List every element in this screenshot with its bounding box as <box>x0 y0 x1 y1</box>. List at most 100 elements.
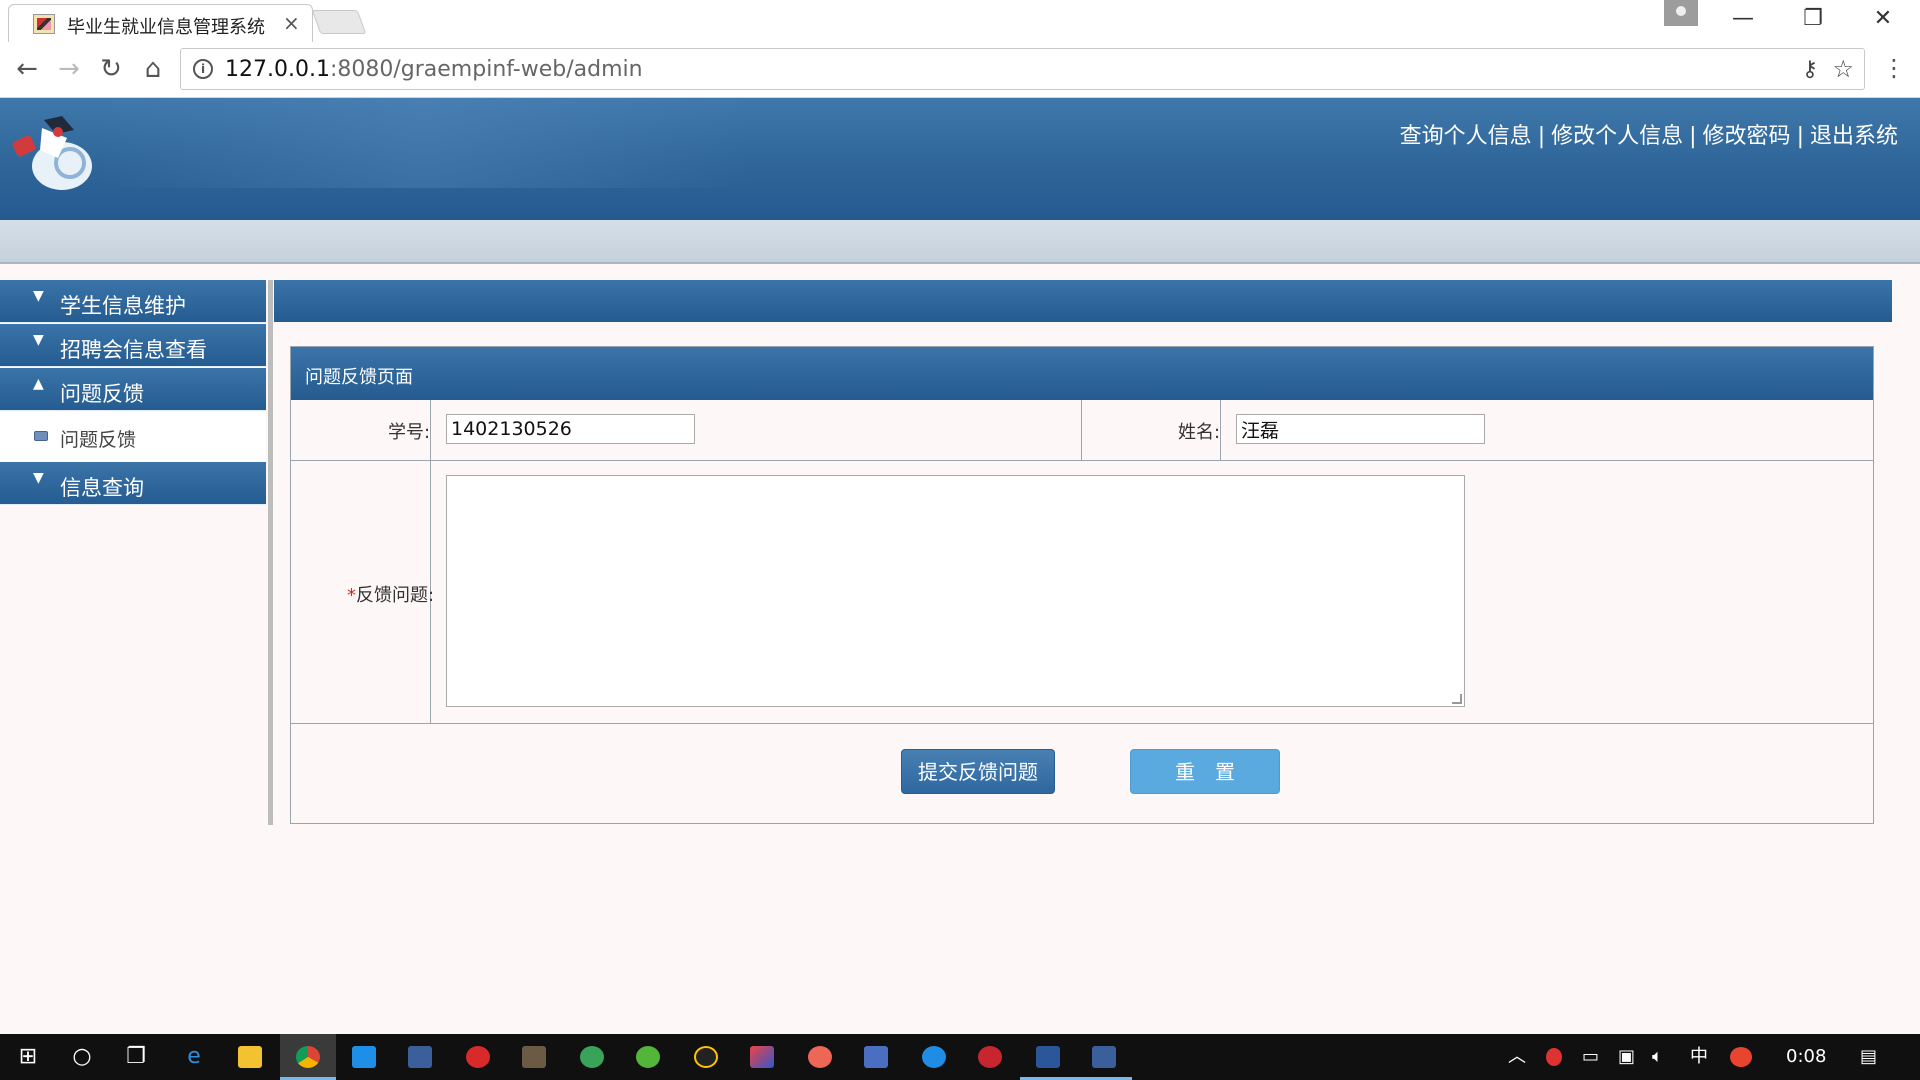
required-mark: * <box>347 585 356 606</box>
column-divider <box>1220 400 1221 460</box>
link-query-info[interactable]: 查询个人信息 <box>1400 124 1532 149</box>
name-input[interactable] <box>1236 414 1485 444</box>
new-tab-button[interactable] <box>311 10 367 34</box>
column-divider <box>1081 400 1082 460</box>
header-banner: 查询个人信息 | 修改个人信息 | 修改密码 | 退出系统 <box>0 98 1920 220</box>
link-separator: | <box>1537 124 1546 149</box>
url-host: 127.0.0.1 <box>225 57 330 82</box>
collapse-arrow-icon: ▲ <box>33 376 44 392</box>
netease-music-icon[interactable] <box>450 1034 506 1080</box>
banner-decoration <box>100 98 750 188</box>
reset-button[interactable]: 重 置 <box>1130 749 1280 794</box>
expand-arrow-icon: ▼ <box>33 332 44 348</box>
app-logo-icon <box>12 116 92 190</box>
form-title: 问题反馈页面 <box>305 367 413 388</box>
page-content: 查询个人信息 | 修改个人信息 | 修改密码 | 退出系统 ▼ 学生信息维护 ▼ 招聘会信息… <box>0 98 1920 1034</box>
sidebar-splitter[interactable] <box>268 280 273 825</box>
expand-arrow-icon: ▼ <box>33 288 44 304</box>
browser-toolbar: ← → ↻ ⌂ i 127.0.0.1:8080/graempinf-web/a… <box>0 42 1920 98</box>
sogou-ime-icon[interactable] <box>1730 1034 1752 1080</box>
submit-feedback-button[interactable]: 提交反馈问题 <box>901 749 1055 794</box>
feedback-label: *反馈问题: <box>347 581 434 607</box>
sidebar-section-info-query[interactable]: ▼ 信息查询 <box>0 462 266 505</box>
site-info-icon[interactable]: i <box>193 59 213 79</box>
sub-header-bar <box>0 220 1920 264</box>
link-edit-info[interactable]: 修改个人信息 <box>1551 124 1683 149</box>
file-explorer-icon[interactable] <box>222 1034 278 1080</box>
header-links: 查询个人信息 | 修改个人信息 | 修改密码 | 退出系统 <box>1400 118 1898 150</box>
home-icon[interactable]: ⌂ <box>136 54 170 84</box>
link-change-password[interactable]: 修改密码 <box>1703 124 1791 149</box>
network-app-icon[interactable] <box>848 1034 904 1080</box>
battery-icon[interactable]: ▭ <box>1582 1034 1599 1080</box>
browser-menu-icon[interactable]: ⋮ <box>1882 54 1906 82</box>
restore-icon[interactable]: ❐ <box>1793 6 1833 31</box>
tab-close-icon[interactable]: × <box>283 11 300 35</box>
ime-indicator[interactable]: 中 <box>1690 1034 1708 1080</box>
user-profile-icon[interactable] <box>1664 0 1698 26</box>
volume-icon[interactable]: 🔈︎ <box>1652 1034 1663 1080</box>
browser-titlebar: 毕业生就业信息管理系统 × — ❐ ✕ <box>0 0 1920 42</box>
notification-icon[interactable]: ▤ <box>1860 1034 1877 1080</box>
teamviewer-icon[interactable] <box>906 1034 962 1080</box>
close-window-icon[interactable]: ✕ <box>1863 6 1903 31</box>
app-icon-color[interactable] <box>734 1034 790 1080</box>
back-icon[interactable]: ← <box>10 54 44 84</box>
student-id-label: 学号: <box>388 422 431 443</box>
word-icon[interactable] <box>1020 1034 1076 1080</box>
app-icon-blue[interactable] <box>336 1034 392 1080</box>
cortana-icon[interactable]: ○ <box>54 1034 110 1080</box>
sidebar-section-label: 招聘会信息查看 <box>60 338 207 362</box>
sidebar-section-feedback[interactable]: ▲ 问题反馈 <box>0 368 266 411</box>
tray-expand-icon[interactable]: ︿ <box>1508 1034 1526 1080</box>
tray-qq-icon[interactable] <box>1546 1034 1562 1080</box>
app-icon-box[interactable] <box>506 1034 562 1080</box>
site-favicon-icon <box>33 14 55 34</box>
wechat-icon[interactable] <box>620 1034 676 1080</box>
sidebar-section-job-fair[interactable]: ▼ 招聘会信息查看 <box>0 324 266 367</box>
edge-browser-icon[interactable]: e <box>166 1034 222 1080</box>
address-bar[interactable]: i 127.0.0.1:8080/graempinf-web/admin ⚷ ☆ <box>180 48 1865 90</box>
start-menu-icon[interactable]: ⊞ <box>0 1034 56 1080</box>
expand-arrow-icon: ▼ <box>33 470 44 486</box>
key-icon[interactable]: ⚷ <box>1802 57 1818 82</box>
qq-icon[interactable] <box>678 1034 734 1080</box>
windows-taskbar: ⊞ ○ ❐ e ︿ ▭ ▣ 🔈︎ 中 0:08 ▤ <box>0 1034 1920 1080</box>
content-header-bar <box>274 280 1892 322</box>
forward-icon[interactable]: → <box>52 54 86 84</box>
sidebar-section-label: 学生信息维护 <box>60 294 186 318</box>
browser-tab[interactable]: 毕业生就业信息管理系统 × <box>8 4 313 42</box>
database-tool-icon[interactable] <box>564 1034 620 1080</box>
app-icon-round[interactable] <box>792 1034 848 1080</box>
sidebar-section-label: 问题反馈 <box>60 382 144 406</box>
network-icon[interactable]: ▣ <box>1618 1034 1635 1080</box>
url-text[interactable]: 127.0.0.1:8080/graempinf-web/admin <box>225 57 643 82</box>
eclipse-icon[interactable] <box>1076 1034 1132 1080</box>
task-view-icon[interactable]: ❐ <box>108 1034 164 1080</box>
url-path: :8080/graempinf-web/admin <box>329 57 643 82</box>
sidebar-section-student-info[interactable]: ▼ 学生信息维护 <box>0 280 266 323</box>
student-id-input[interactable] <box>446 414 695 444</box>
feedback-textarea[interactable] <box>446 475 1465 707</box>
name-label: 姓名: <box>1178 422 1221 443</box>
bookmark-star-icon[interactable]: ☆ <box>1832 55 1854 83</box>
list-bullet-icon <box>34 431 48 441</box>
chrome-taskbar-icon[interactable] <box>280 1034 336 1080</box>
link-separator: | <box>1689 124 1697 149</box>
clock[interactable]: 0:08 <box>1786 1034 1826 1080</box>
form-title-bar: 问题反馈页面 <box>291 347 1873 400</box>
column-divider <box>430 400 431 723</box>
row-divider <box>291 460 1873 461</box>
tab-title: 毕业生就业信息管理系统 <box>67 17 265 38</box>
sidebar-item-feedback[interactable]: 问题反馈 <box>0 412 266 462</box>
feedback-label-text: 反馈问题: <box>356 585 435 606</box>
feedback-form: 问题反馈页面 学号: 姓名: *反馈问题: 提交反馈问题 重 置 <box>290 346 1874 824</box>
app-icon-red[interactable] <box>962 1034 1018 1080</box>
row-divider <box>291 723 1873 724</box>
link-separator: | <box>1796 124 1804 149</box>
link-logout[interactable]: 退出系统 <box>1810 124 1898 149</box>
minimize-icon[interactable]: — <box>1723 6 1763 31</box>
sidebar-item-label: 问题反馈 <box>60 429 137 451</box>
eclipse-icon[interactable] <box>392 1034 448 1080</box>
reload-icon[interactable]: ↻ <box>94 54 128 84</box>
